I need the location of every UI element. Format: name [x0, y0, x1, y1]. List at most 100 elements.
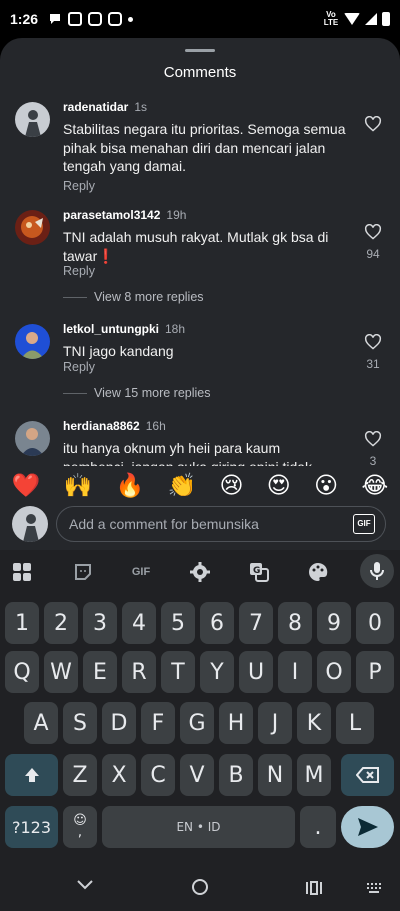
key-c[interactable]: C — [141, 754, 175, 796]
comment-username[interactable]: parasetamol3142 19h — [63, 208, 186, 222]
view-more-replies[interactable]: View 8 more replies — [94, 290, 204, 304]
svg-text:G: G — [253, 566, 260, 576]
key-g[interactable]: G — [180, 702, 214, 744]
drag-handle[interactable] — [185, 49, 215, 52]
backspace-key[interactable] — [341, 754, 394, 796]
avatar[interactable] — [15, 210, 50, 245]
voice-input-button[interactable] — [360, 554, 394, 588]
comment-username[interactable]: herdiana8862 16h — [63, 419, 166, 433]
keyboard-toolbar: GIF G — [0, 550, 400, 594]
battery-icon — [382, 12, 390, 26]
key-m[interactable]: M — [297, 754, 331, 796]
apps-grid-icon[interactable] — [10, 560, 34, 584]
key-y[interactable]: Y — [200, 651, 234, 693]
recents-icon[interactable] — [305, 880, 323, 896]
emoji-clap[interactable]: 👏 — [168, 472, 197, 499]
heart-icon — [364, 430, 382, 447]
key-j[interactable]: J — [258, 702, 292, 744]
comment-time: 19h — [166, 208, 187, 222]
home-circle-icon[interactable] — [191, 878, 209, 896]
key-q[interactable]: Q — [5, 651, 39, 693]
key-4[interactable]: 4 — [122, 602, 156, 644]
like-button[interactable] — [362, 115, 384, 137]
shift-key[interactable] — [5, 754, 58, 796]
view-more-replies[interactable]: View 15 more replies — [94, 386, 211, 400]
key-0[interactable]: 0 — [356, 602, 394, 644]
key-l[interactable]: L — [336, 702, 374, 744]
key-t[interactable]: T — [161, 651, 195, 693]
avatar[interactable] — [15, 421, 50, 456]
gif-tool-label[interactable]: GIF — [127, 560, 155, 584]
key-u[interactable]: U — [239, 651, 273, 693]
status-bar: 1:26 Vo LTE — [0, 0, 400, 38]
reply-button[interactable]: Reply — [63, 179, 95, 193]
key-8[interactable]: 8 — [278, 602, 312, 644]
key-1[interactable]: 1 — [5, 602, 39, 644]
key-3[interactable]: 3 — [83, 602, 117, 644]
key-p[interactable]: P — [356, 651, 394, 693]
avatar[interactable] — [15, 102, 50, 137]
keyboard-switch-icon[interactable] — [366, 882, 382, 894]
key-e[interactable]: E — [83, 651, 117, 693]
key-s[interactable]: S — [63, 702, 97, 744]
key-5[interactable]: 5 — [161, 602, 195, 644]
wifi-icon — [344, 13, 360, 25]
quick-emoji-bar: ❤️ 🙌 🔥 👏 😢 😍 😮 😂 — [0, 466, 400, 504]
palette-icon[interactable] — [306, 560, 330, 584]
emoji-surprised[interactable]: 😮 — [314, 472, 338, 499]
key-k[interactable]: K — [297, 702, 331, 744]
key-w[interactable]: W — [44, 651, 78, 693]
sticker-icon[interactable] — [71, 560, 95, 584]
like-button[interactable]: 3 — [362, 430, 384, 466]
key-f[interactable]: F — [141, 702, 175, 744]
comment-input-box: GIF — [56, 506, 386, 542]
settings-gear-icon[interactable] — [188, 560, 212, 584]
like-count: 3 — [369, 454, 377, 466]
signal-icon — [365, 13, 377, 25]
key-h[interactable]: H — [219, 702, 253, 744]
emoji-comma-key[interactable]: ☺ , — [63, 806, 97, 848]
comment-time: 18h — [165, 322, 186, 336]
key-6[interactable]: 6 — [200, 602, 234, 644]
emoji-laughing[interactable]: 😂 — [361, 472, 388, 499]
emoji-crying[interactable]: 😢 — [219, 472, 243, 499]
translate-icon[interactable]: G — [247, 560, 271, 584]
key-i[interactable]: I — [278, 651, 312, 693]
key-z[interactable]: Z — [63, 754, 97, 796]
key-2[interactable]: 2 — [44, 602, 78, 644]
key-9[interactable]: 9 — [317, 602, 351, 644]
key-o[interactable]: O — [317, 651, 351, 693]
comment-username[interactable]: letkol_untungpki 18h — [63, 322, 185, 336]
like-button[interactable]: 31 — [362, 333, 384, 371]
emoji-fire[interactable]: 🔥 — [116, 472, 145, 499]
comment-text: TNI jago kandang — [63, 343, 174, 359]
period-key[interactable]: . — [300, 806, 336, 848]
instagram-icon-2 — [108, 12, 123, 26]
comment-username[interactable]: radenatidar 1s — [63, 100, 147, 114]
reply-button[interactable]: Reply — [63, 360, 95, 374]
avatar[interactable] — [15, 324, 50, 359]
key-b[interactable]: B — [219, 754, 253, 796]
key-n[interactable]: N — [258, 754, 292, 796]
symbols-key[interactable]: ?123 — [5, 806, 58, 848]
back-chevron-icon[interactable] — [76, 879, 94, 891]
emoji-heart-eyes[interactable]: 😍 — [267, 472, 291, 499]
gif-button[interactable]: GIF — [353, 514, 375, 534]
key-d[interactable]: D — [102, 702, 136, 744]
key-x[interactable]: X — [102, 754, 136, 796]
heart-icon — [364, 223, 382, 240]
space-key[interactable]: EN • ID — [102, 806, 295, 848]
key-a[interactable]: A — [24, 702, 58, 744]
emoji-heart[interactable]: ❤️ — [12, 472, 41, 499]
key-7[interactable]: 7 — [239, 602, 273, 644]
comments-list[interactable]: radenatidar 1s Stabilitas negara itu prio… — [0, 96, 400, 466]
emoji-raised-hands[interactable]: 🙌 — [64, 472, 93, 499]
send-key[interactable] — [341, 806, 394, 848]
like-button[interactable]: 94 — [362, 223, 384, 261]
key-r[interactable]: R — [122, 651, 156, 693]
comma-label: , — [77, 825, 83, 840]
comment-input[interactable] — [69, 507, 339, 541]
key-v[interactable]: V — [180, 754, 214, 796]
notification-icons — [48, 12, 134, 26]
reply-button[interactable]: Reply — [63, 264, 95, 278]
